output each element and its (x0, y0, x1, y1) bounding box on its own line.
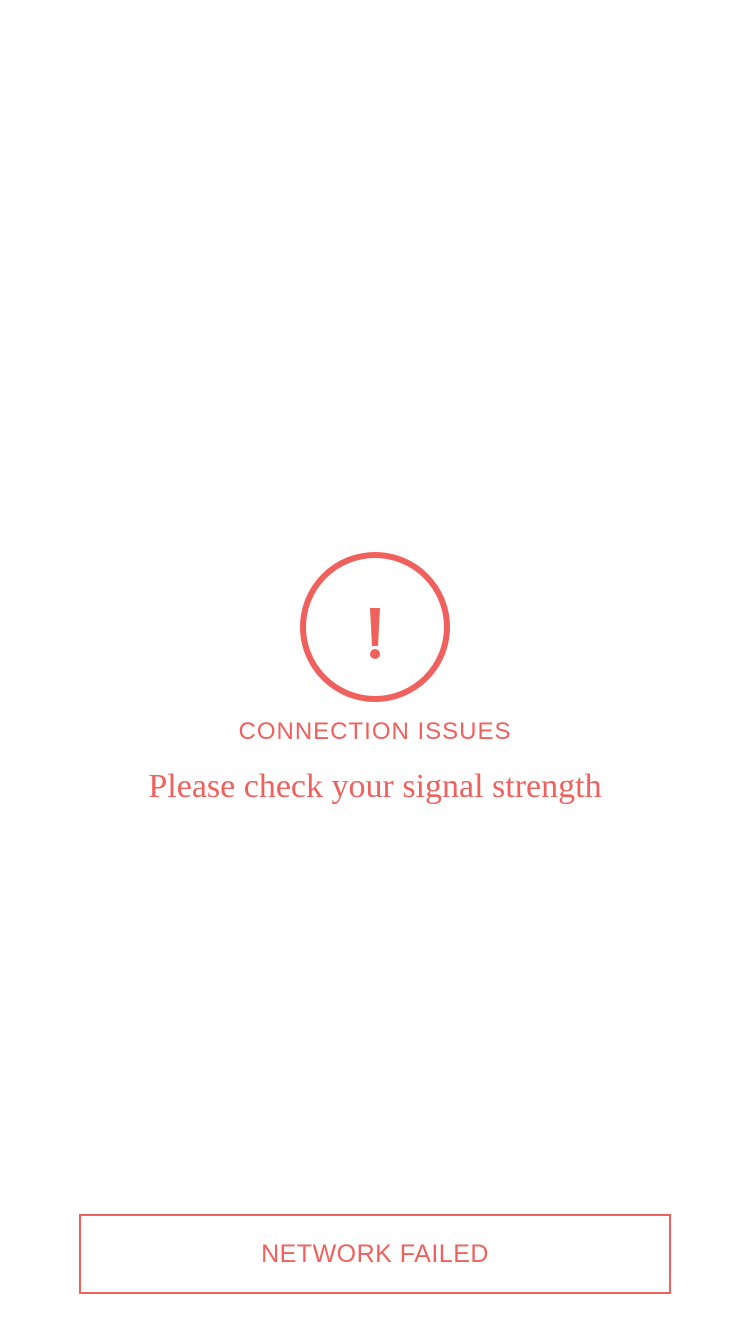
connection-issues-title: CONNECTION ISSUES (238, 718, 512, 745)
exclamation-icon (370, 608, 380, 659)
signal-strength-message: Please check your signal strength (148, 768, 602, 805)
connection-error-screen: CONNECTION ISSUES Please check your sign… (0, 0, 750, 1334)
alert-circle (300, 552, 450, 702)
network-failed-button[interactable]: NETWORK FAILED (79, 1214, 671, 1294)
